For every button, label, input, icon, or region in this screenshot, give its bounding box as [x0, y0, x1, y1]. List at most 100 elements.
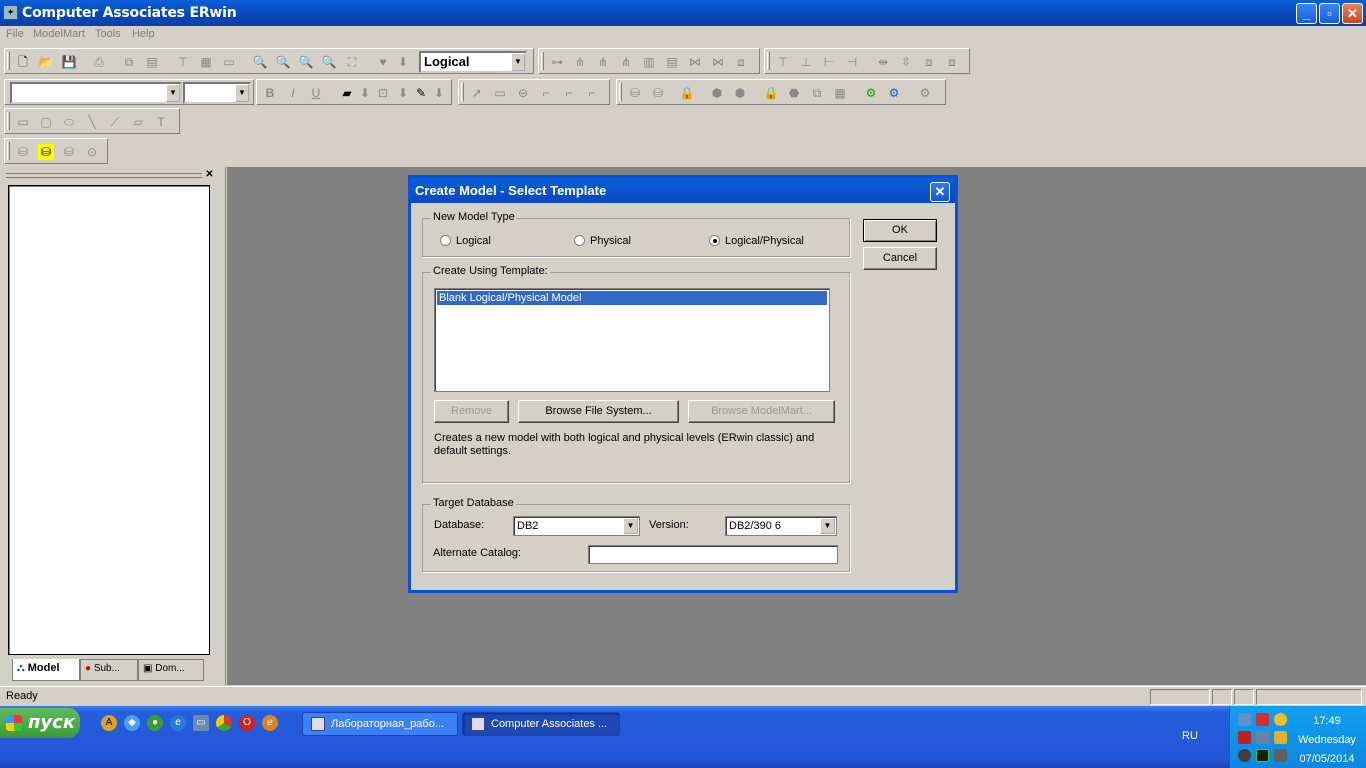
tray-clock-icon[interactable]: [1238, 749, 1251, 762]
chevron-down-icon[interactable]: ▼: [235, 84, 249, 102]
shield-db-icon[interactable]: ⬣: [786, 85, 802, 101]
toolbar-grip[interactable]: [461, 83, 464, 101]
taskbar-item-word[interactable]: Лабораторная_рабо...: [302, 712, 458, 736]
tab-subject-areas[interactable]: ● Sub...: [80, 659, 138, 681]
heart-icon[interactable]: ♥: [375, 54, 391, 70]
template-list-item[interactable]: Blank Logical/Physical Model: [437, 291, 827, 305]
open-folder-icon[interactable]: 📂: [38, 54, 54, 70]
resize-icon[interactable]: ⧈: [944, 54, 960, 70]
hierarchy-2-icon[interactable]: ⋔: [618, 54, 634, 70]
identifying-rel-icon[interactable]: ⌐: [538, 85, 554, 101]
toolbar-grip[interactable]: [767, 52, 770, 70]
entity-icon[interactable]: ▭: [492, 85, 508, 101]
font-name-combo[interactable]: ▼: [10, 82, 182, 104]
fill-color-icon[interactable]: ▰: [339, 85, 355, 101]
polygon-icon[interactable]: ▱: [130, 114, 146, 130]
remove-button[interactable]: Remove: [434, 400, 509, 423]
align-right-icon[interactable]: ⊣: [844, 54, 860, 70]
browse-modelmart-button[interactable]: Browse ModelMart...: [688, 400, 835, 423]
ellipse-icon[interactable]: ⬭: [61, 114, 77, 130]
arrow-down-icon[interactable]: ⬇: [395, 54, 411, 70]
language-indicator[interactable]: RU: [1182, 730, 1198, 742]
lock-icon[interactable]: 🔒: [679, 85, 695, 101]
quicklaunch-opera-icon[interactable]: O: [239, 715, 255, 731]
version-select[interactable]: DB2/390 6 ▼: [725, 516, 837, 536]
quicklaunch-chrome-icon[interactable]: [216, 715, 232, 731]
minimize-button[interactable]: _: [1296, 3, 1317, 24]
tray-battery-icon[interactable]: [1256, 749, 1269, 762]
toolbar-grip[interactable]: [7, 142, 10, 160]
erwin-app-icon[interactable]: ✦: [3, 5, 18, 20]
menu-tools[interactable]: Tools: [95, 28, 121, 40]
italic-icon[interactable]: I: [285, 85, 301, 101]
polyline-icon[interactable]: ⟋: [107, 114, 123, 130]
browse-file-system-button[interactable]: Browse File System...: [518, 400, 679, 423]
toolbar-grip[interactable]: [7, 52, 10, 70]
align-top-icon[interactable]: ⊤: [775, 54, 791, 70]
table-db-icon[interactable]: ⛁: [627, 85, 643, 101]
rounded-rect-icon[interactable]: ▢: [38, 114, 54, 130]
alternate-catalog-input[interactable]: [588, 545, 838, 564]
columns-icon[interactable]: ▥: [641, 54, 657, 70]
menu-modelmart[interactable]: ModelMart: [33, 28, 85, 40]
zoom-normal-icon[interactable]: 🔍: [321, 54, 337, 70]
tree-layout-icon[interactable]: ⋔: [572, 54, 588, 70]
rows-icon[interactable]: ▤: [664, 54, 680, 70]
space-horizontal-icon[interactable]: ⇹: [875, 54, 891, 70]
tray-users-icon[interactable]: [1274, 731, 1287, 744]
object-3-icon[interactable]: ⛁: [61, 144, 77, 160]
network-2-icon[interactable]: ⋈: [710, 54, 726, 70]
save-icon[interactable]: 💾: [61, 54, 77, 70]
panel-grip[interactable]: [6, 173, 202, 178]
database-select[interactable]: DB2 ▼: [513, 516, 640, 536]
subtype-icon[interactable]: ⊖: [515, 85, 531, 101]
align-left-icon[interactable]: ⊢: [821, 54, 837, 70]
quicklaunch-app-icon[interactable]: A: [101, 715, 117, 731]
radio-physical-circle[interactable]: [574, 235, 585, 246]
network-icon[interactable]: ⋈: [687, 54, 703, 70]
model-explorer-tree[interactable]: [8, 185, 210, 655]
text-tool-icon[interactable]: T: [153, 114, 169, 130]
tray-network-icon[interactable]: [1238, 713, 1251, 726]
radio-logical[interactable]: Logical: [440, 235, 491, 247]
toolbar-grip[interactable]: [541, 52, 544, 70]
radio-logical-circle[interactable]: [440, 235, 451, 246]
forward-engineer-icon[interactable]: ⚙: [863, 85, 879, 101]
radio-physical[interactable]: Physical: [574, 235, 631, 247]
restore-button[interactable]: ▫: [1319, 3, 1340, 24]
scroll-db-icon[interactable]: ⧉: [809, 85, 825, 101]
cancel-button[interactable]: Cancel: [863, 247, 937, 270]
object-2-icon[interactable]: ⛁: [38, 144, 54, 160]
quicklaunch-network-icon[interactable]: ◆: [124, 715, 140, 731]
many-to-many-icon[interactable]: ⌐: [561, 85, 577, 101]
chevron-down-icon[interactable]: ▼: [166, 84, 180, 102]
quicklaunch-globe-icon[interactable]: ●: [147, 715, 163, 731]
pointer-icon[interactable]: ➚: [469, 85, 485, 101]
tab-domains[interactable]: ▣ Dom...: [138, 659, 204, 681]
start-button[interactable]: пуск: [0, 708, 80, 738]
dialog-close-icon[interactable]: ✕: [930, 182, 950, 202]
chevron-down-icon[interactable]: ▼: [820, 518, 835, 534]
clock[interactable]: 17:49 Wednesday 07/05/2014: [1290, 712, 1364, 768]
panel-close-icon[interactable]: ✕: [204, 170, 215, 181]
format-icon[interactable]: ⊤: [175, 54, 191, 70]
new-file-icon[interactable]: 🗋: [15, 54, 31, 70]
radio-logical-physical[interactable]: Logical/Physical: [709, 235, 804, 247]
notes-icon[interactable]: ▦: [198, 54, 214, 70]
zoom-in-icon[interactable]: 🔍: [275, 54, 291, 70]
close-button[interactable]: ✕: [1342, 3, 1363, 24]
quicklaunch-ie-icon[interactable]: e: [170, 715, 186, 731]
tray-warning-icon[interactable]: [1274, 713, 1287, 726]
bold-icon[interactable]: B: [262, 85, 278, 101]
settings-db-icon[interactable]: ⚙: [917, 85, 933, 101]
zoom-page-icon[interactable]: ⛶: [344, 54, 360, 70]
cube-2-icon[interactable]: ⬢: [732, 85, 748, 101]
view-db-icon[interactable]: ⛁: [650, 85, 666, 101]
menu-file[interactable]: File: [6, 28, 24, 40]
line-color-icon[interactable]: ✎: [413, 85, 429, 101]
quicklaunch-desktop-icon[interactable]: ▭: [193, 715, 209, 731]
tray-display-icon[interactable]: [1274, 749, 1287, 762]
radio-logical-physical-circle[interactable]: [709, 235, 720, 246]
object-1-icon[interactable]: ⛁: [15, 144, 31, 160]
toolbar-grip[interactable]: [619, 83, 622, 101]
